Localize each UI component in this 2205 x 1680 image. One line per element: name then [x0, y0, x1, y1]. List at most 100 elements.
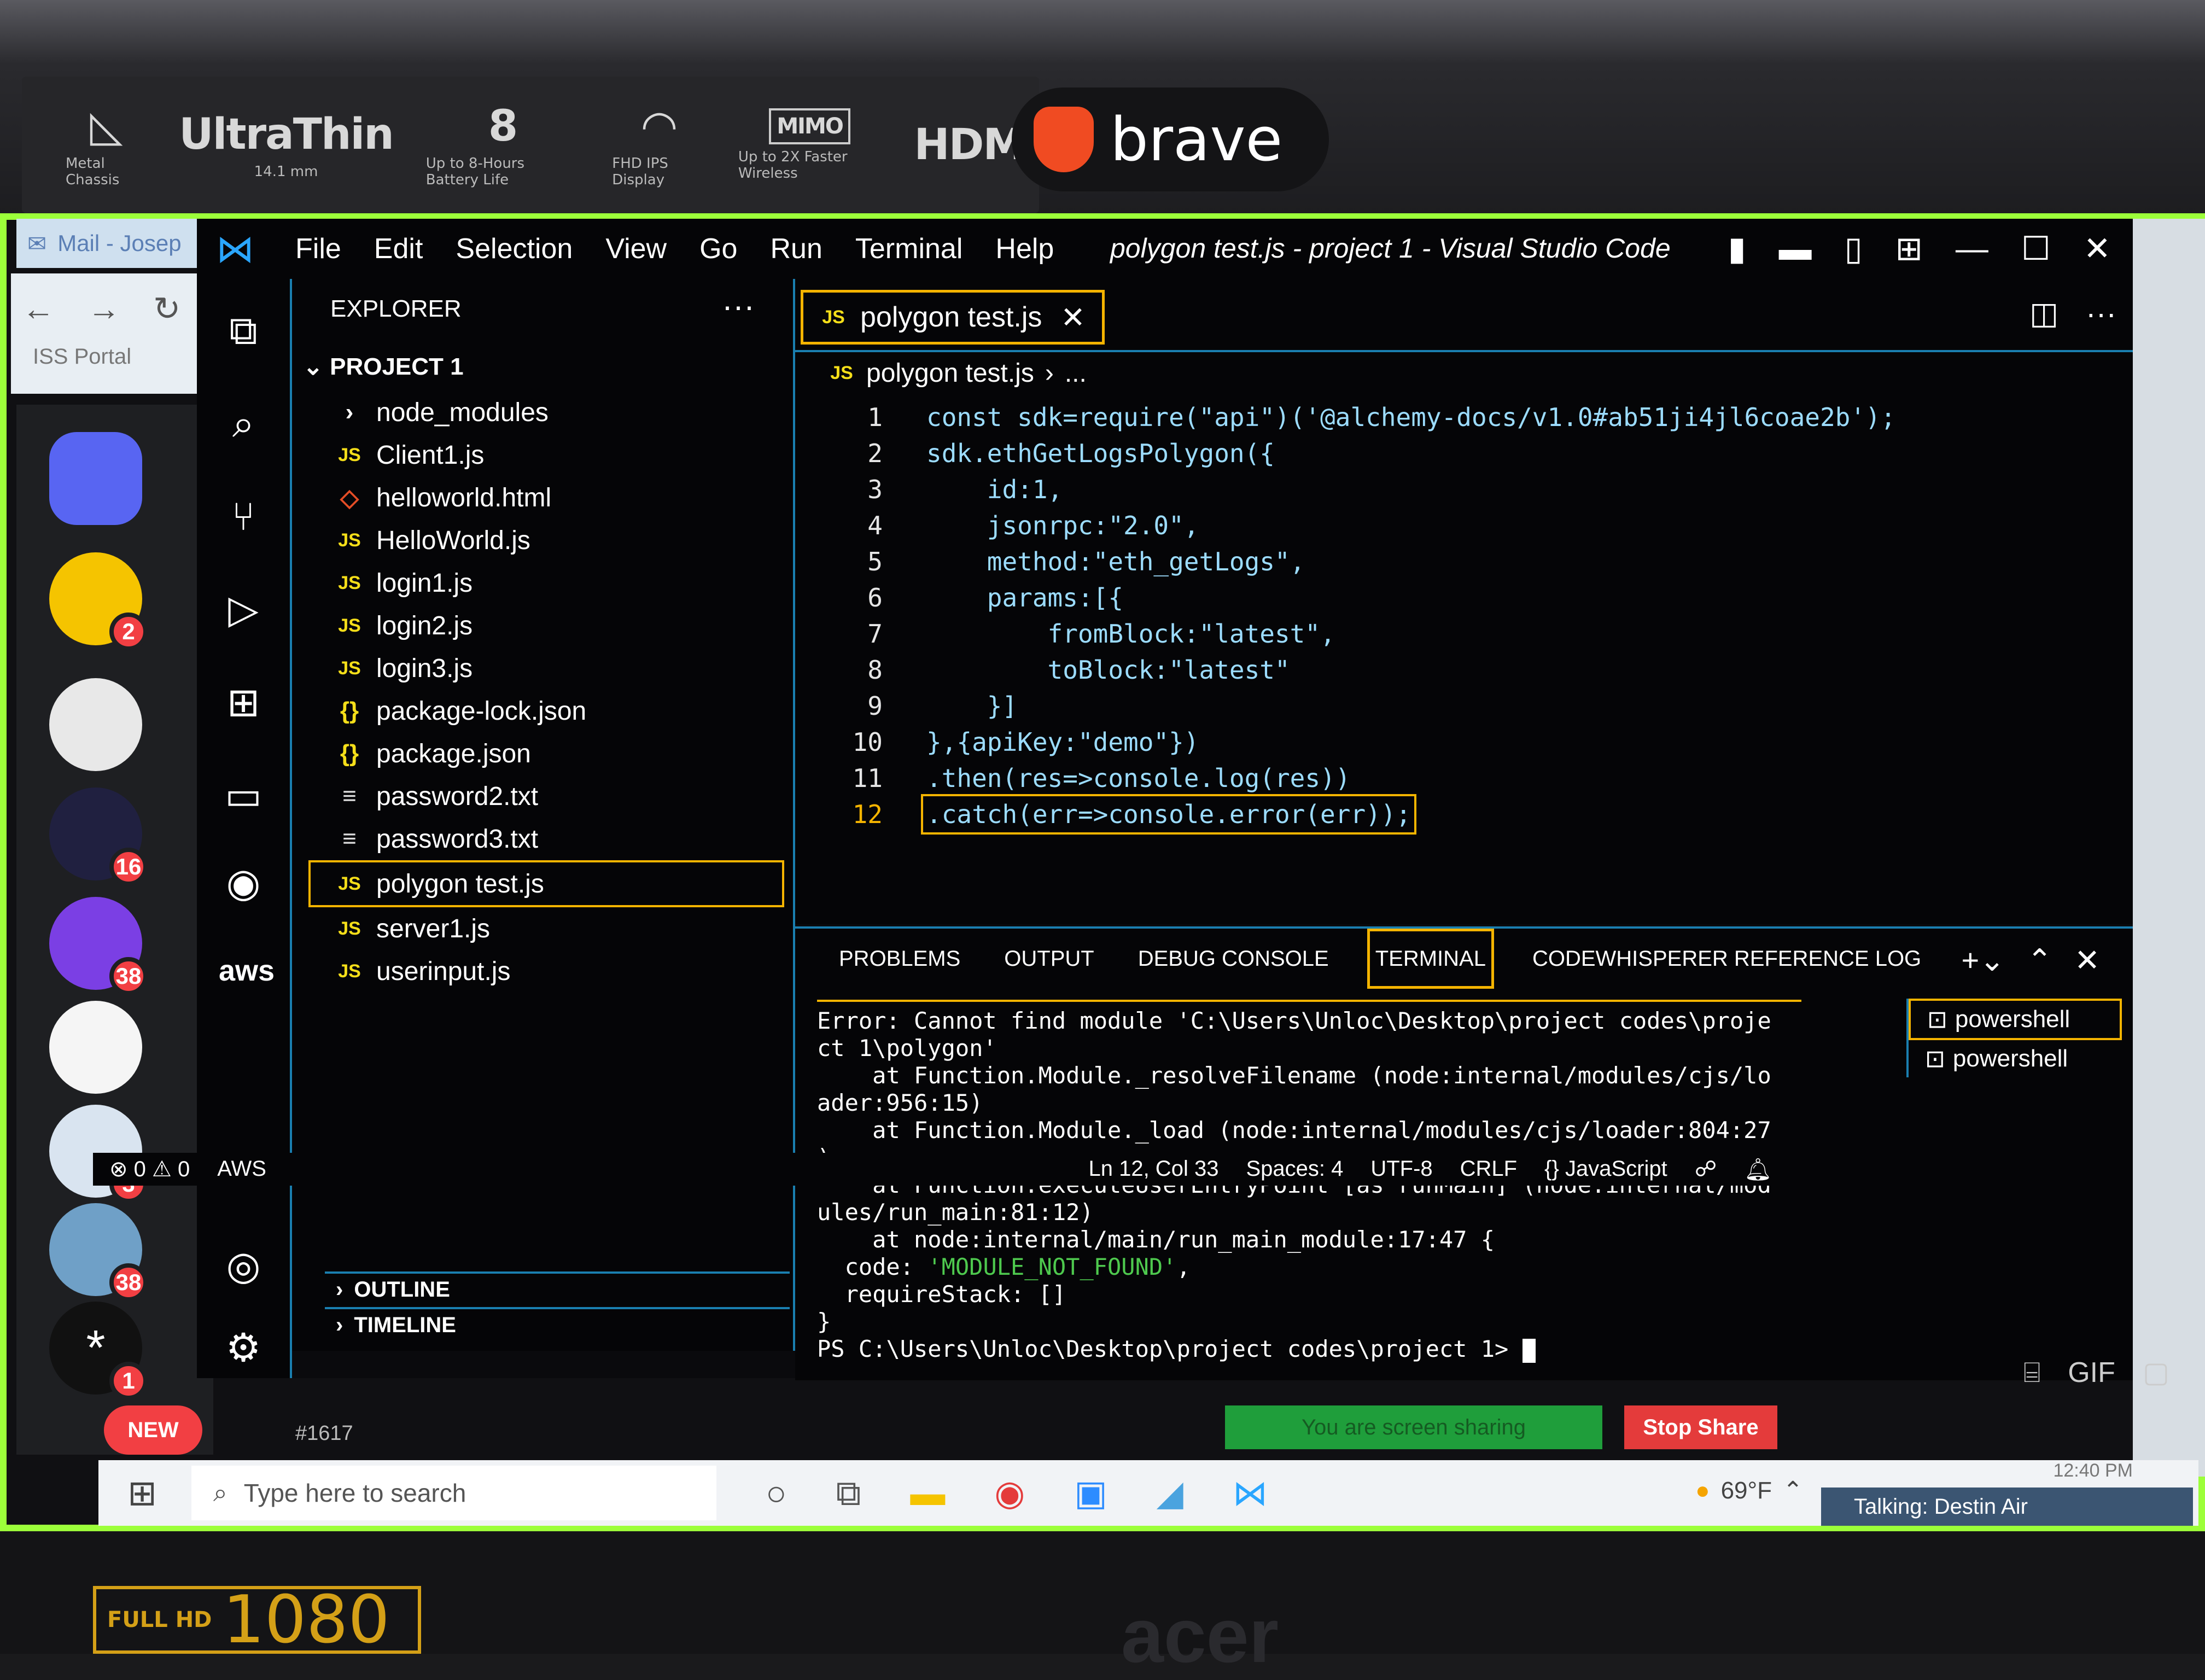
gift-icon[interactable]: ⌸ [2023, 1356, 2040, 1390]
feedback-icon[interactable]: ☍ [1695, 1157, 1717, 1182]
stop-share-button[interactable]: Stop Share [1624, 1405, 1777, 1449]
more-actions-icon[interactable]: ··· [722, 287, 755, 325]
tree-item-file[interactable]: JS userinput.js [325, 950, 784, 993]
browser-tab-mail[interactable]: ✉ Mail - Josep [16, 219, 202, 268]
cursor-position[interactable]: Ln 12, Col 33 [1088, 1157, 1218, 1182]
tree-item-file[interactable]: JS login3.js [325, 647, 784, 690]
breadcrumb-symbol[interactable]: ... [1065, 358, 1087, 388]
code-line[interactable]: 11 .then(res=>console.log(res)) [795, 760, 2133, 796]
code-line[interactable]: 5 method:"eth_getLogs", [795, 544, 2133, 580]
split-editor-icon[interactable]: ◫ [2029, 295, 2058, 331]
menu-run[interactable]: Run [754, 232, 838, 265]
discord-server-icon[interactable] [49, 1001, 142, 1094]
code-editor[interactable]: 1 const sdk=require("api")('@alchemy-docs… [795, 399, 2133, 835]
maximize-panel-icon[interactable]: ⌃ [2027, 942, 2052, 978]
terminal-instance[interactable]: ⊡ powershell [1909, 999, 2122, 1040]
code-line[interactable]: 3 id:1, [795, 471, 2133, 508]
tree-item-file[interactable]: JS Client1.js [325, 434, 784, 476]
menu-selection[interactable]: Selection [439, 232, 589, 265]
new-badge[interactable]: NEW [104, 1405, 202, 1455]
discord-server-icon[interactable] [49, 678, 142, 771]
tree-item-file[interactable]: JS login1.js [325, 562, 784, 604]
tree-item-node-modules[interactable]: › node_modules [325, 391, 784, 434]
code-line[interactable]: 6 params:[{ [795, 580, 2133, 616]
aws-status[interactable]: AWS [217, 1157, 266, 1182]
cortana-icon[interactable]: ○ [766, 1473, 787, 1514]
github-icon[interactable]: ◉ [219, 859, 268, 908]
timeline-section[interactable]: › TIMELINE [325, 1307, 790, 1341]
weather-widget[interactable]: ● 69°F ⌃ [1695, 1477, 1803, 1504]
tree-item-file[interactable]: JS HelloWorld.js [325, 519, 784, 562]
discord-home-icon[interactable] [49, 432, 142, 525]
source-control-icon[interactable]: ⑂ [219, 492, 268, 541]
code-line[interactable]: 1 const sdk=require("api")('@alchemy-docs… [795, 399, 2133, 435]
terminal-instance[interactable]: ⊡ powershell [1909, 1040, 2122, 1077]
more-actions-icon[interactable]: ··· [2086, 295, 2116, 331]
taskbar-search[interactable]: ⌕ Type here to search [191, 1466, 716, 1520]
tab-debug-console[interactable]: DEBUG CONSOLE [1116, 931, 1351, 986]
discord-server-icon[interactable]: 38 [49, 1203, 148, 1302]
run-debug-icon[interactable]: ▷ [219, 585, 268, 634]
menu-edit[interactable]: Edit [358, 232, 440, 265]
explorer-icon[interactable]: ⧉ [219, 306, 268, 355]
close-tab-icon[interactable]: ✕ [1060, 300, 1085, 335]
file-explorer-icon[interactable]: ▬ [910, 1473, 945, 1514]
breadcrumb-file[interactable]: polygon test.js [866, 358, 1034, 388]
code-line[interactable]: 10},{apiKey:"demo"}) [795, 724, 2133, 760]
outline-section[interactable]: › OUTLINE [325, 1271, 790, 1305]
close-panel-icon[interactable]: ✕ [2074, 942, 2100, 978]
menu-go[interactable]: Go [683, 232, 754, 265]
encoding[interactable]: UTF-8 [1370, 1157, 1432, 1182]
remote-explorer-icon[interactable]: ▭ [219, 771, 268, 820]
toggle-secondary-sidebar-icon[interactable]: ▯ [1845, 230, 1863, 268]
back-icon[interactable]: ← [22, 290, 55, 328]
forward-icon[interactable]: → [88, 290, 120, 328]
tree-item-file[interactable]: JS server1.js [325, 907, 784, 950]
project-folder-header[interactable]: ⌄ PROJECT 1 [303, 353, 464, 381]
new-terminal-icon[interactable]: +⌄ [1962, 942, 2005, 978]
tab-problems[interactable]: PROBLEMS [817, 931, 982, 986]
code-line[interactable]: 8 toBlock:"latest" [795, 652, 2133, 688]
menu-terminal[interactable]: Terminal [839, 232, 979, 265]
account-icon[interactable]: ◎ [219, 1241, 268, 1291]
reload-icon[interactable]: ↻ [153, 290, 180, 328]
tree-item-file[interactable]: JS login2.js [325, 604, 784, 647]
customize-layout-icon[interactable]: ⊞ [1895, 230, 1923, 268]
tab-terminal[interactable]: TERMINAL [1367, 929, 1494, 989]
menu-view[interactable]: View [589, 232, 683, 265]
extensions-icon[interactable]: ⊞ [219, 678, 268, 727]
discord-friends-icon[interactable]: 2 [49, 552, 148, 651]
end-of-line[interactable]: CRLF [1460, 1157, 1517, 1182]
tree-item-file[interactable]: ◇ helloworld.html [325, 476, 784, 519]
app-icon[interactable]: ◢ [1157, 1473, 1183, 1514]
code-line[interactable]: 12 .catch(err=>console.error(err)); [795, 794, 2133, 835]
tree-item-file[interactable]: ≡ password3.txt [325, 818, 784, 860]
vscode-taskbar-icon[interactable]: ⋈ [1233, 1473, 1268, 1514]
code-line[interactable]: 9 }] [795, 688, 2133, 724]
tree-item-file[interactable]: {} package-lock.json [325, 690, 784, 732]
code-line[interactable]: 7 fromBlock:"latest", [795, 616, 2133, 652]
menu-help[interactable]: Help [979, 232, 1070, 265]
tree-item-file[interactable]: {} package.json [325, 732, 784, 775]
toggle-panel-icon[interactable]: ▬ [1779, 230, 1812, 268]
close-icon[interactable]: ✕ [2084, 230, 2111, 268]
settings-gear-icon[interactable]: ⚙ [219, 1323, 268, 1373]
windows-start-icon[interactable]: ⊞ [115, 1473, 170, 1514]
asterisk-server-icon[interactable]: * 1 [49, 1302, 148, 1400]
notifications-bell-icon[interactable]: 🔔︎ [1744, 1157, 1772, 1182]
tab-codewhisperer-log[interactable]: CODEWHISPERER REFERENCE LOG [1510, 931, 1943, 986]
discord-server-icon[interactable]: 38 [49, 897, 148, 995]
aws-icon[interactable]: aws [219, 946, 275, 995]
gif-icon[interactable]: GIF [2068, 1356, 2115, 1390]
tab-output[interactable]: OUTPUT [982, 931, 1116, 986]
zoom-icon[interactable]: ▣ [1074, 1473, 1107, 1514]
menu-file[interactable]: File [279, 232, 358, 265]
problems-status[interactable]: ⊗ 0 ⚠ 0 [109, 1157, 190, 1182]
chevron-up-icon[interactable]: ⌃ [1783, 1477, 1803, 1504]
indentation[interactable]: Spaces: 4 [1246, 1157, 1343, 1182]
chrome-icon[interactable]: ◉ [994, 1473, 1025, 1514]
discord-server-icon[interactable]: 16 [49, 788, 148, 886]
sticker-icon[interactable]: ▢ [2143, 1356, 2169, 1390]
tree-item-selected-file[interactable]: JS polygon test.js [308, 860, 784, 907]
code-line[interactable]: 4 jsonrpc:"2.0", [795, 508, 2133, 544]
